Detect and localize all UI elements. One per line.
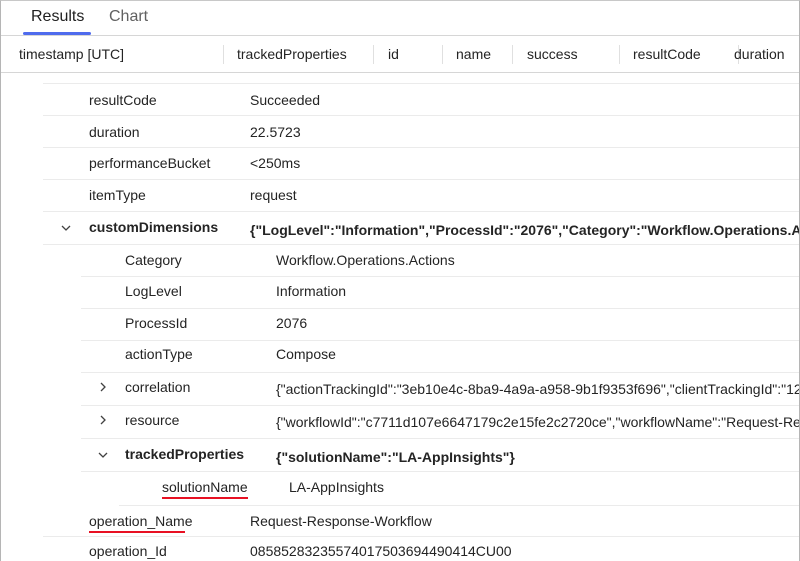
detail-key: actionType — [125, 346, 193, 362]
column-header-success[interactable]: success — [527, 36, 578, 72]
detail-value: Request-Response-Workflow — [250, 513, 432, 529]
active-tab-indicator — [23, 32, 91, 35]
detail-key: Category — [125, 252, 182, 268]
detail-row: solutionName LA-AppInsights — [119, 472, 799, 506]
column-resize-handle[interactable] — [512, 45, 513, 64]
detail-row: performanceBucket <250ms — [43, 148, 799, 180]
chevron-right-icon[interactable] — [96, 380, 110, 394]
column-header-duration-label: duration — [734, 46, 785, 62]
detail-value: {"solutionName":"LA-AppInsights"} — [276, 449, 515, 465]
detail-key: LogLevel — [125, 283, 182, 299]
detail-value: 2076 — [276, 315, 308, 331]
detail-value: 08585283235574017503694490414CU00 — [250, 543, 512, 559]
column-resize-handle[interactable] — [373, 45, 374, 64]
detail-key: duration — [89, 124, 140, 140]
detail-value: Information — [276, 283, 347, 299]
column-header-duration[interactable]: duration — [734, 36, 785, 72]
column-header-name[interactable]: name — [456, 36, 491, 72]
chevron-down-icon[interactable] — [96, 448, 110, 462]
detail-row-expandable[interactable]: trackedProperties {"solutionName":"LA-Ap… — [81, 439, 799, 472]
detail-key: ProcessId — [125, 315, 188, 331]
detail-row: LogLevel Information — [81, 277, 799, 309]
detail-key: operation_Id — [89, 543, 167, 559]
highlight-underline — [162, 497, 248, 499]
detail-value: {"actionTrackingId":"3eb10e4c-8ba9-4a9a-… — [276, 381, 800, 397]
detail-value: Succeeded — [250, 92, 321, 108]
detail-key-highlighted: solutionName — [162, 479, 248, 495]
detail-row: Category Workflow.Operations.Actions — [81, 245, 799, 277]
column-header-id[interactable]: id — [388, 36, 399, 72]
detail-key: performanceBucket — [89, 155, 211, 171]
detail-key: correlation — [125, 379, 191, 395]
detail-row: operation_Name Request-Response-Workflow — [43, 506, 799, 537]
detail-value: Workflow.Operations.Actions — [276, 252, 455, 268]
column-header-trackedproperties[interactable]: trackedProperties — [237, 36, 347, 72]
column-resize-handle[interactable] — [223, 45, 224, 64]
tab-results[interactable]: Results — [31, 8, 84, 26]
chevron-right-icon[interactable] — [96, 413, 110, 427]
tab-bar: Results Chart — [1, 1, 799, 36]
detail-key: trackedProperties — [125, 446, 245, 462]
detail-value: request — [250, 187, 297, 203]
detail-value: {"LogLevel":"Information","ProcessId":"2… — [250, 222, 800, 238]
detail-key: resource — [125, 412, 180, 428]
column-header-timestamp[interactable]: timestamp [UTC] — [19, 36, 124, 72]
detail-row-expandable[interactable]: resource {"workflowId":"c7711d107e664717… — [81, 406, 800, 439]
column-header-resultcode[interactable]: resultCode — [621, 36, 701, 72]
chevron-down-icon[interactable] — [59, 221, 73, 235]
detail-row: itemType request — [43, 180, 799, 212]
detail-key-highlighted: operation_Name — [89, 513, 193, 529]
column-resize-handle[interactable] — [442, 45, 443, 64]
highlight-underline — [89, 531, 185, 533]
detail-value: LA-AppInsights — [289, 479, 384, 495]
tab-chart[interactable]: Chart — [109, 8, 148, 26]
detail-key: resultCode — [89, 92, 157, 108]
detail-row: ProcessId 2076 — [81, 309, 799, 341]
detail-row-expandable[interactable]: correlation {"actionTrackingId":"3eb10e4… — [81, 373, 800, 406]
detail-key: customDimensions — [89, 219, 219, 235]
table-header: timestamp [UTC] trackedProperties id nam… — [1, 36, 799, 73]
detail-value: Compose — [276, 346, 336, 362]
detail-value: <250ms — [250, 155, 301, 171]
detail-row-expandable[interactable]: customDimensions {"LogLevel":"Informatio… — [43, 212, 800, 245]
detail-value: {"workflowId":"c7711d107e6647179c2e15fe2… — [276, 414, 800, 430]
column-resize-handle[interactable] — [619, 45, 620, 64]
detail-row: operation_Id 085852832355740175036944904… — [43, 537, 799, 561]
column-header-resultcode-label: resultCode — [633, 46, 701, 62]
detail-value: 22.5723 — [250, 124, 301, 140]
detail-key: itemType — [89, 187, 146, 203]
results-panel: Results Chart timestamp [UTC] trackedPro… — [0, 0, 800, 561]
detail-row: resultCode Succeeded — [43, 84, 799, 116]
detail-row: actionType Compose — [81, 341, 799, 373]
detail-row: duration 22.5723 — [43, 116, 799, 148]
